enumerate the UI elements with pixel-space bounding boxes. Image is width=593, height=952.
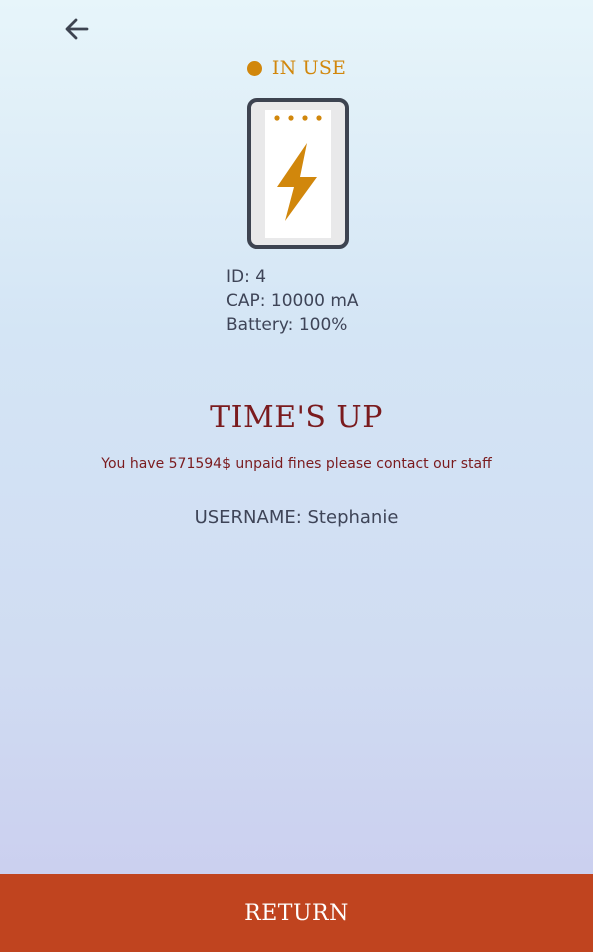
username-label: USERNAME: Stephanie <box>194 507 399 528</box>
device-id: ID: 4 <box>226 267 267 287</box>
status-indicator: IN USE <box>0 57 593 79</box>
fines-message: You have 571594$ unpaid fines please con… <box>101 456 492 472</box>
arrow-left-icon <box>65 18 89 40</box>
device-capacity: CAP: 10000 mA <box>226 291 359 311</box>
back-button[interactable] <box>60 12 94 46</box>
device-info: ID: 4 CAP: 10000 mA Battery: 100% <box>226 265 359 337</box>
alert-title: TIME'S UP <box>210 400 383 435</box>
return-button[interactable]: RETURN <box>0 874 593 952</box>
status-label: IN USE <box>271 57 347 79</box>
device-battery: Battery: 100% <box>226 315 348 335</box>
status-dot <box>246 60 262 76</box>
power-bank-lightning-icon <box>247 98 349 249</box>
